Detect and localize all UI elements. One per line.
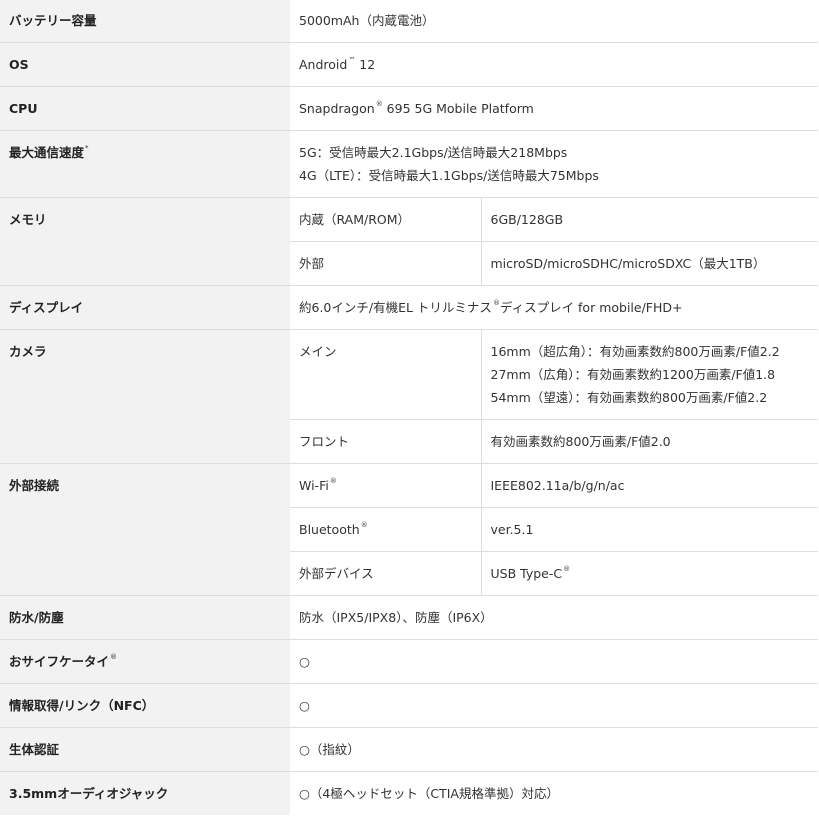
spec-row-audio: 3.5mmオーディオジャック ○（4極ヘッドセット（CTIA規格準拠）対応） [0,771,818,815]
spec-value: Android™ 12 [290,42,818,87]
spec-row-bio: 生体認証 ○（指紋） [0,727,818,772]
spec-subname: メイン [290,329,481,420]
spec-label: 防水/防塵 [0,595,290,640]
registered-mark: ® [375,100,383,108]
value-text: 約6.0インチ/有機EL トリルミナス [299,300,492,315]
value-suffix: ディスプレイ for mobile/FHD+ [499,300,683,315]
value-text: Android [299,57,348,72]
spec-value: 5G：受信時最大2.1Gbps/送信時最大218Mbps 4G（LTE）：受信時… [290,130,818,198]
footnote-mark: * [85,144,89,152]
spec-label: おサイフケータイ® [0,639,290,684]
registered-mark: ® [563,565,571,573]
spec-row-os: OS Android™ 12 [0,42,818,87]
registered-mark: ® [492,299,500,307]
spec-subname: フロント [290,419,481,464]
spec-label: OS [0,42,290,87]
spec-value: ○（4極ヘッドセット（CTIA規格準拠）対応） [290,771,818,815]
subname-text: Bluetooth [299,522,360,537]
spec-value: Snapdragon® 695 5G Mobile Platform [290,86,818,131]
spec-subvalue: microSD/microSDHC/microSDXC（最大1TB） [480,241,818,286]
registered-mark: ® [360,521,368,529]
spec-value: 防水（IPX5/IPX8）、防塵（IP6X） [290,595,818,640]
value-suffix: 12 [355,57,376,72]
spec-value: ○ [290,683,818,728]
spec-subvalue: 6GB/128GB [480,197,818,242]
value-line: 54mm（望遠）：有効画素数約800万画素/F値2.2 [490,390,768,405]
subname-text: Wi-Fi [299,478,329,493]
spec-value: 約6.0インチ/有機EL トリルミナス®ディスプレイ for mobile/FH… [290,285,818,330]
label-text: 最大通信速度 [9,145,85,160]
spec-subvalue: USB Type-C® [480,551,818,596]
spec-value: ○ [290,639,818,684]
value-line: 16mm（超広角）：有効画素数約800万画素/F値2.2 [490,344,780,359]
spec-value: 5000mAh（内蔵電池） [290,0,818,43]
value-line: 5G：受信時最大2.1Gbps/送信時最大218Mbps [299,145,568,160]
spec-label: 外部接続 [0,463,290,596]
subvalue-text: USB Type-C [490,566,563,581]
spec-label: ディスプレイ [0,285,290,330]
spec-label: バッテリー容量 [0,0,290,43]
spec-subname: Wi-Fi® [290,463,481,508]
label-text: おサイフケータイ [9,654,110,669]
spec-label: CPU [0,86,290,131]
spec-row-battery: バッテリー容量 5000mAh（内蔵電池） [0,0,818,43]
value-line: 27mm（広角）：有効画素数約1200万画素/F値1.8 [490,367,776,382]
spec-label: 情報取得/リンク（NFC） [0,683,290,728]
spec-subname: 内蔵（RAM/ROM） [290,197,481,242]
spec-row-display: ディスプレイ 約6.0インチ/有機EL トリルミナス®ディスプレイ for mo… [0,285,818,330]
spec-value: ○（指紋） [290,727,818,772]
spec-subvalue: IEEE802.11a/b/g/n/ac [480,463,818,508]
value-line: 4G（LTE）：受信時最大1.1Gbps/送信時最大75Mbps [299,168,599,183]
value-text: Snapdragon [299,101,375,116]
spec-label: 3.5mmオーディオジャック [0,771,290,815]
spec-row-nfc: 情報取得/リンク（NFC） ○ [0,683,818,728]
spec-subvalue: 有効画素数約800万画素/F値2.0 [480,419,818,464]
trademark-mark: ™ [348,56,356,64]
spec-row-speed: 最大通信速度* 5G：受信時最大2.1Gbps/送信時最大218Mbps 4G（… [0,130,818,198]
spec-table: バッテリー容量 5000mAh（内蔵電池） OS Android™ 12 CPU… [0,0,818,815]
registered-mark: ® [329,477,337,485]
spec-row-cpu: CPU Snapdragon® 695 5G Mobile Platform [0,86,818,131]
spec-subvalue: 16mm（超広角）：有効画素数約800万画素/F値2.2 27mm（広角）：有効… [480,329,818,420]
value-suffix: 695 5G Mobile Platform [382,101,534,116]
spec-label: メモリ [0,197,290,286]
spec-subname: 外部デバイス [290,551,481,596]
spec-row-osaifu: おサイフケータイ® ○ [0,639,818,684]
spec-row-memory: メモリ 内蔵（RAM/ROM） 6GB/128GB [0,197,818,286]
spec-row-connect: 外部接続 Wi-Fi® IEEE802.11a/b/g/n/ac [0,463,818,596]
spec-row-camera: カメラ メイン 16mm（超広角）：有効画素数約800万画素/F値2.2 27m… [0,329,818,464]
spec-label: 最大通信速度* [0,130,290,198]
spec-label: カメラ [0,329,290,464]
registered-mark: ® [110,653,118,661]
spec-subname: 外部 [290,241,481,286]
spec-row-water: 防水/防塵 防水（IPX5/IPX8）、防塵（IP6X） [0,595,818,640]
spec-subname: Bluetooth® [290,507,481,552]
spec-subvalue: ver.5.1 [480,507,818,552]
spec-label: 生体認証 [0,727,290,772]
